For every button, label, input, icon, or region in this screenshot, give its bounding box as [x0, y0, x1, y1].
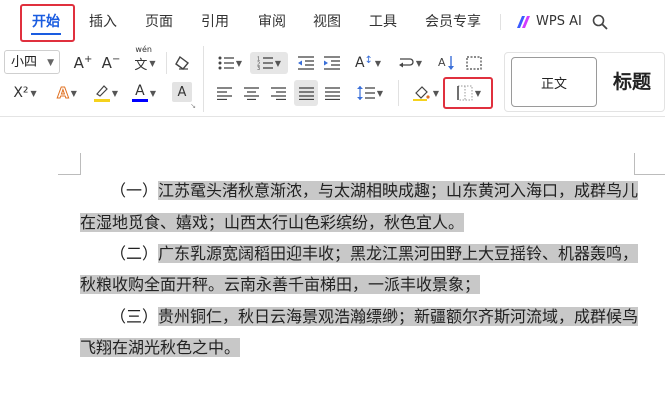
change-case-icon[interactable]: A ↕ ▼: [352, 52, 384, 74]
align-left-icon[interactable]: [214, 82, 234, 104]
clear-format-icon[interactable]: [172, 52, 192, 74]
list-number: （一）: [110, 181, 159, 200]
chevron-down-icon: ▼: [47, 58, 54, 68]
tab-insert[interactable]: 插入: [89, 0, 117, 44]
bullet-list-icon[interactable]: ▼: [216, 52, 244, 74]
line-break-icon[interactable]: ▼: [396, 52, 424, 74]
font-dialog-launcher-icon[interactable]: ↘: [189, 102, 197, 110]
paragraph-line: （二）广东乳源宽阔稻田迎丰收；黑龙江黑河田野上大豆摇铃、机器轰鸣，: [80, 238, 639, 270]
tab-member[interactable]: 会员专享: [425, 0, 481, 44]
margin-corner-left: [58, 174, 80, 175]
svg-text:3: 3: [257, 66, 260, 70]
menu-divider: [500, 14, 501, 30]
selected-text: 在湿地觅食、嬉戏；山西太行山色彩缤纷，秋色宜人。: [80, 213, 465, 232]
wps-ai-label[interactable]: WPS AI: [536, 0, 582, 44]
font-size-value: 小四: [11, 55, 38, 70]
selected-text: 江苏鼋头渚秋意渐浓，与太湖相映成趣；山东黄河入海口，成群鸟儿: [158, 181, 639, 200]
document-page[interactable]: （一）江苏鼋头渚秋意渐浓，与太湖相映成趣；山东黄河入海口，成群鸟儿 在湿地觅食、…: [0, 117, 665, 404]
line-spacing-icon[interactable]: ▼: [354, 82, 386, 104]
tab-page[interactable]: 页面: [145, 0, 173, 44]
highlight-color-bar: [93, 99, 110, 102]
tab-review[interactable]: 审阅: [258, 0, 286, 44]
paragraph-line: 在湿地觅食、嬉戏；山西太行山色彩缤纷，秋色宜人。: [80, 207, 465, 239]
tab-reference[interactable]: 引用: [201, 0, 229, 44]
selected-text: 贵州铜仁，秋日云海景观浩瀚缥缈；新疆额尔齐斯河流域，成群候鸟: [158, 307, 639, 326]
font-size-select[interactable]: 小四 ▼: [4, 50, 60, 74]
margin-corner-right: [634, 153, 635, 175]
align-right-icon[interactable]: [268, 82, 288, 104]
page-border-icon[interactable]: [463, 52, 485, 74]
home-tab-highlight-box: [20, 4, 75, 42]
text-effect-icon[interactable]: A ▼: [52, 82, 82, 104]
search-icon[interactable]: [590, 12, 610, 32]
toolbar-divider: [203, 46, 204, 112]
toolbar-divider: [166, 52, 167, 74]
selected-text: 广东乳源宽阔稻田迎丰收；黑龙江黑河田野上大豆摇铃、机器轰鸣，: [158, 244, 639, 263]
margin-corner-left: [80, 153, 81, 175]
justify-icon[interactable]: [294, 80, 318, 106]
numbered-list-icon[interactable]: 123 ▼: [250, 52, 288, 74]
toolbar-divider: [398, 80, 399, 106]
grow-font-icon[interactable]: A +: [72, 52, 94, 74]
list-number: （三）: [110, 307, 159, 326]
paragraph-line: 秋粮收购全面开秤。云南永善千亩梯田，一派丰收景象；: [80, 269, 481, 301]
superscript-icon[interactable]: X² ▼: [8, 82, 42, 104]
phonetic-guide-icon[interactable]: 文 wén ▼: [128, 45, 162, 74]
wps-ai-icon[interactable]: [514, 12, 534, 32]
shrink-font-icon[interactable]: A −: [100, 52, 122, 74]
paragraph-line: （三）贵州铜仁，秋日云海景观浩瀚缥缈；新疆额尔齐斯河流域，成群候鸟: [80, 301, 639, 333]
increase-indent-icon[interactable]: [322, 52, 342, 74]
distributed-icon[interactable]: [322, 82, 342, 104]
margin-corner-right: [635, 174, 665, 175]
selected-text: 飞翔在湖光秋色之中。: [80, 338, 241, 357]
menu-bar: 开始 插入 页面 引用 审阅 视图 工具 会员专享 WPS AI: [0, 0, 665, 44]
font-color-icon[interactable]: A ▼: [128, 82, 160, 104]
align-center-icon[interactable]: [241, 82, 261, 104]
style-normal[interactable]: 正文: [511, 57, 597, 107]
style-heading[interactable]: 标题: [613, 53, 651, 111]
list-number: （二）: [110, 244, 159, 263]
decrease-indent-icon[interactable]: [296, 52, 316, 74]
selected-text: 秋粮收购全面开秤。云南永善千亩梯田，一派丰收景象；: [80, 275, 481, 294]
character-shading-icon[interactable]: A: [172, 82, 192, 102]
style-gallery: 正文 标题: [504, 52, 665, 112]
tab-view[interactable]: 视图: [313, 0, 341, 44]
tab-tools[interactable]: 工具: [369, 0, 397, 44]
highlight-icon[interactable]: ▼: [90, 82, 122, 104]
ribbon-toolbar: 小四 ▼ A + A − 文 wén ▼ ▼ 123 ▼ A ↕ ▼ ▼ A X…: [0, 44, 665, 117]
shading-icon[interactable]: ▼: [410, 82, 442, 104]
svg-text:A: A: [438, 56, 446, 69]
paragraph-line: （一）江苏鼋头渚秋意渐浓，与太湖相映成趣；山东黄河入海口，成群鸟儿: [80, 175, 639, 207]
borders-highlight-box: [443, 77, 493, 109]
sort-icon[interactable]: A: [436, 52, 458, 74]
paragraph-line: 飞翔在湖光秋色之中。: [80, 332, 241, 364]
font-color-bar: [131, 99, 148, 102]
